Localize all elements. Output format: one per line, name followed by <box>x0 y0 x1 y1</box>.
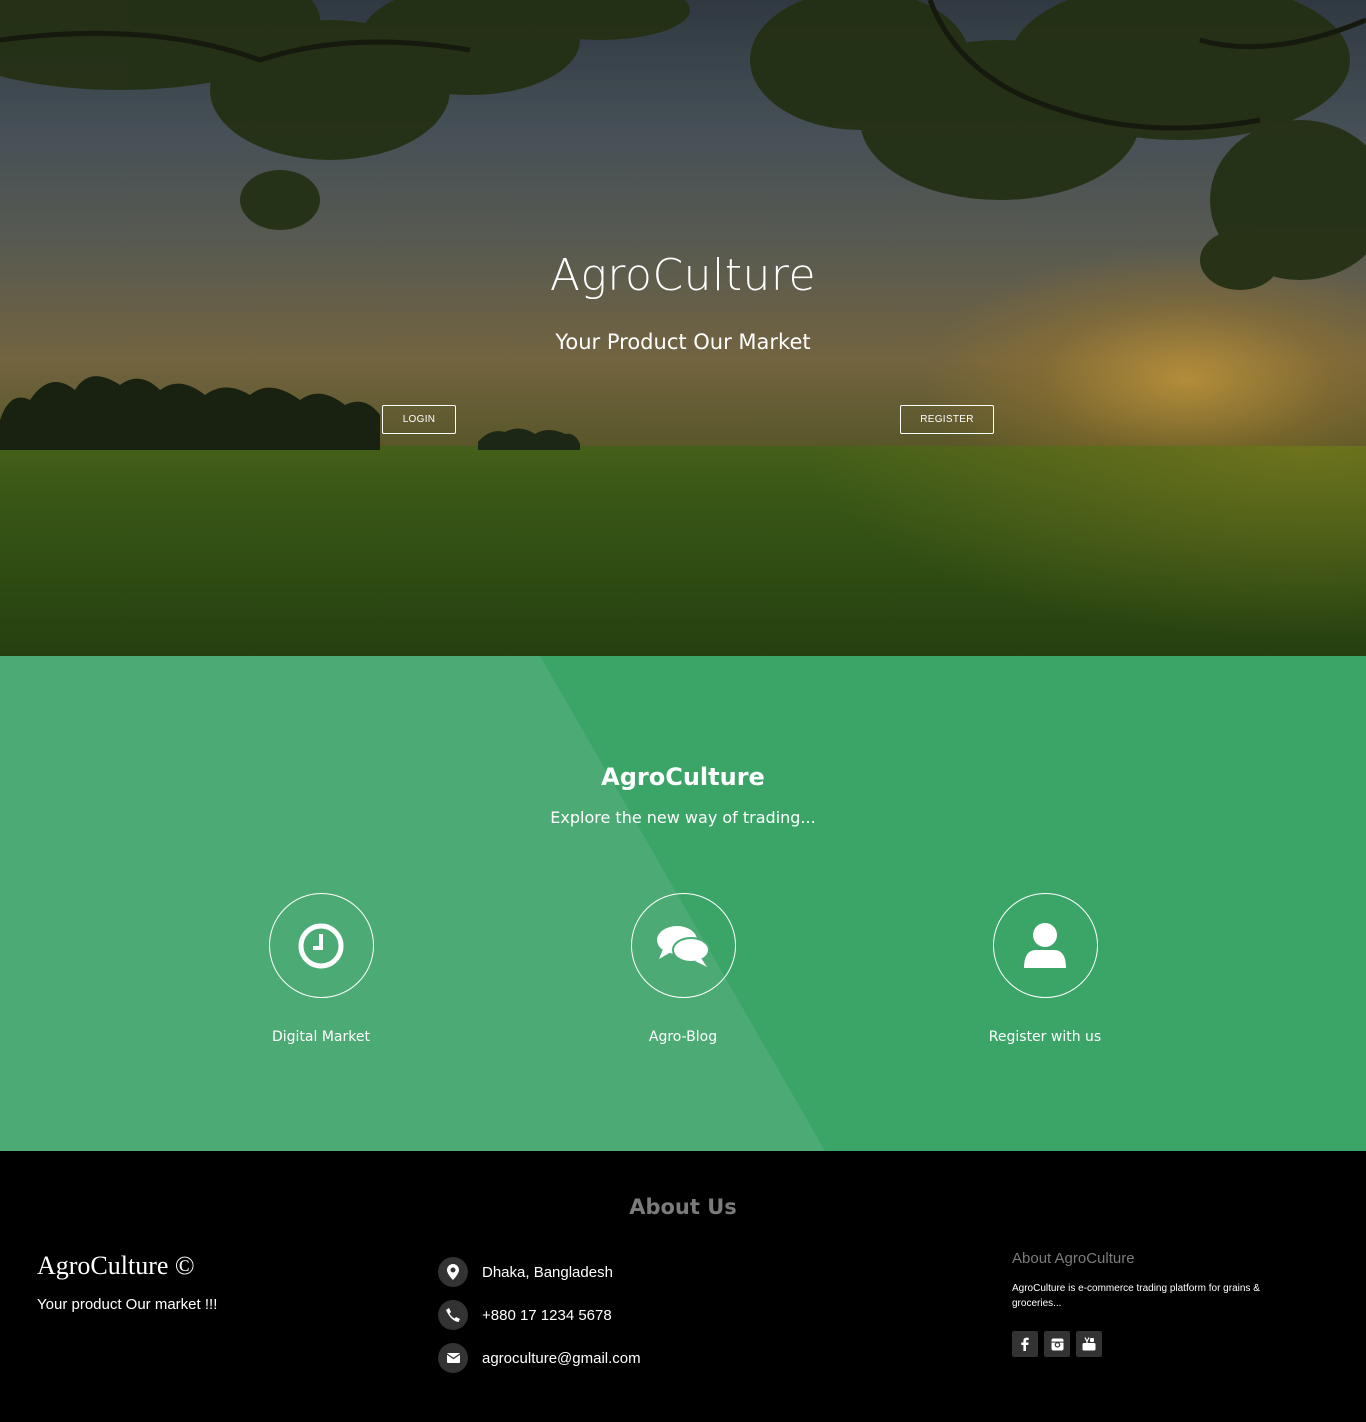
register-button[interactable]: REGISTER <box>900 405 994 434</box>
feature-label: Digital Market <box>272 1029 370 1045</box>
clock-icon <box>298 923 344 968</box>
contact-email[interactable]: agroculture@gmail.com <box>438 1343 641 1373</box>
hero-title: AgroCulture <box>549 250 817 301</box>
hero-subtitle: Your Product Our Market <box>555 330 811 354</box>
map-marker-icon <box>438 1257 468 1287</box>
hero-banner: AgroCulture Your Product Our Market LOGI… <box>0 0 1366 656</box>
facebook-icon[interactable] <box>1012 1331 1038 1357</box>
about-column: About AgroCulture AgroCulture is e-comme… <box>1012 1250 1282 1357</box>
about-heading: About AgroCulture <box>1012 1250 1135 1267</box>
contact-phone: +880 17 1234 5678 <box>438 1300 641 1330</box>
feature-label: Agro-Blog <box>648 1029 718 1045</box>
feature-agro-blog[interactable]: Agro-Blog <box>563 893 803 1045</box>
contact-text: Dhaka, Bangladesh <box>482 1263 613 1281</box>
social-links <box>1012 1331 1282 1357</box>
features-subtitle: Explore the new way of trading... <box>550 808 816 827</box>
user-icon <box>1024 922 1066 968</box>
feature-circle[interactable] <box>992 893 1098 998</box>
contact-text[interactable]: agroculture@gmail.com <box>482 1350 641 1367</box>
contact-list: Dhaka, Bangladesh +880 17 1234 5678 agro… <box>438 1257 641 1386</box>
feature-circle[interactable] <box>268 893 374 998</box>
features-title: AgroCulture <box>601 763 765 791</box>
footer: About Us AgroCulture © Your product Our … <box>0 1151 1366 1422</box>
contact-address: Dhaka, Bangladesh <box>438 1257 641 1287</box>
envelope-icon <box>438 1343 468 1373</box>
feature-register[interactable]: Register with us <box>925 893 1165 1045</box>
features-section: AgroCulture Explore the new way of tradi… <box>0 656 1366 1151</box>
footer-brand: AgroCulture © <box>37 1251 195 1280</box>
about-us-title: About Us <box>629 1195 737 1219</box>
feature-circle[interactable] <box>630 893 736 998</box>
footer-tagline: Your product Our market !!! <box>37 1296 218 1313</box>
feature-label: Register with us <box>988 1029 1102 1045</box>
feature-digital-market[interactable]: Digital Market <box>201 893 441 1045</box>
instagram-icon[interactable] <box>1044 1331 1070 1357</box>
about-text: AgroCulture is e-commerce trading platfo… <box>1012 1283 1260 1309</box>
phone-icon <box>438 1300 468 1330</box>
chat-bubbles-icon <box>657 925 710 967</box>
youtube-icon[interactable] <box>1076 1331 1102 1357</box>
login-button[interactable]: LOGIN <box>382 405 456 434</box>
contact-text: +880 17 1234 5678 <box>482 1306 612 1324</box>
